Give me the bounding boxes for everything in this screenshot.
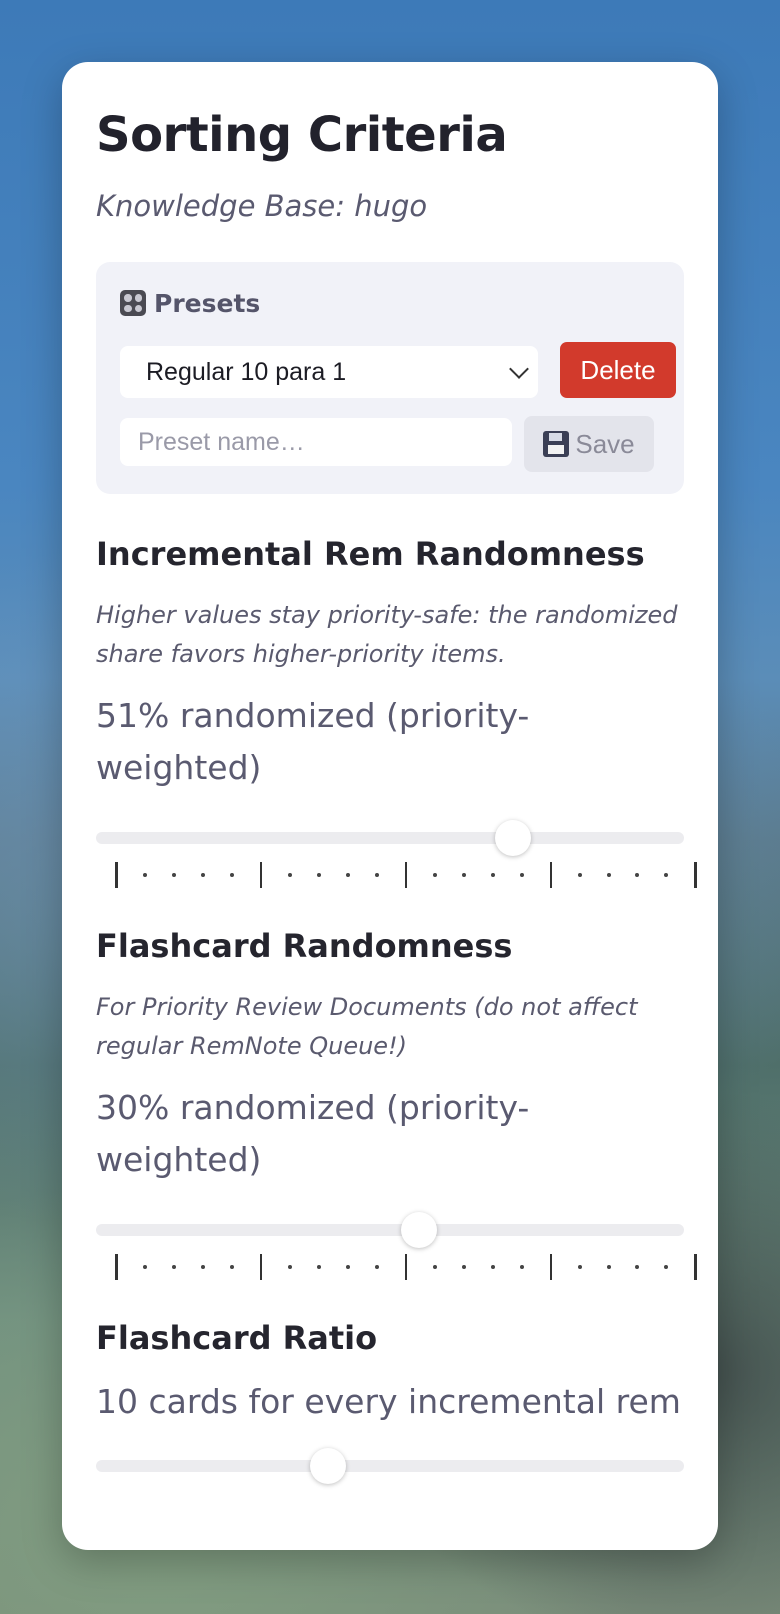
slider-track <box>96 832 684 844</box>
tick-minor <box>606 1265 611 1269</box>
tick-minor <box>577 1265 582 1269</box>
save-preset-button[interactable]: Save <box>524 416 654 472</box>
tick-minor <box>287 873 292 877</box>
presets-header: Presets <box>120 288 660 318</box>
preset-name-row: Preset name… Save <box>120 416 672 472</box>
tick-minor <box>142 1265 147 1269</box>
preset-select-row: Regular 10 para 1 Delete <box>120 342 676 398</box>
tick-minor <box>171 1265 176 1269</box>
tick-minor <box>606 873 611 877</box>
sorting-criteria-panel: Sorting Criteria Knowledge Base: hugo Pr… <box>62 62 718 1550</box>
tick-major <box>549 1254 553 1280</box>
control-knobs-icon <box>120 290 146 316</box>
presets-box: Presets Regular 10 para 1 Delete Preset … <box>96 262 684 494</box>
tick-minor <box>200 873 205 877</box>
tick-major <box>259 862 263 888</box>
flashcard-ratio-slider[interactable] <box>96 1446 684 1486</box>
tick-minor <box>171 873 176 877</box>
tick-minor <box>432 1265 437 1269</box>
tick-minor <box>374 873 379 877</box>
tick-major <box>694 1254 697 1280</box>
flashcard-ratio-value: 10 cards for every incremental rem <box>96 1382 681 1421</box>
floppy-disk-icon <box>543 431 570 457</box>
preset-name-input[interactable]: Preset name… <box>120 418 512 466</box>
tick-minor <box>577 873 582 877</box>
page-title: Sorting Criteria <box>96 107 508 163</box>
tick-major <box>404 1254 408 1280</box>
tick-minor <box>200 1265 205 1269</box>
flashcard-randomness-title: Flashcard Randomness <box>96 927 513 965</box>
slider-thumb[interactable] <box>310 1448 347 1484</box>
tick-minor <box>461 1265 466 1269</box>
tick-minor <box>345 1265 350 1269</box>
preset-select[interactable]: Regular 10 para 1 <box>120 346 538 398</box>
tick-minor <box>374 1265 379 1269</box>
tick-major <box>259 1254 263 1280</box>
tick-minor <box>229 873 234 877</box>
presets-heading: Presets <box>154 288 261 318</box>
incremental-randomness-title: Incremental Rem Randomness <box>96 535 645 573</box>
tick-minor <box>287 1265 292 1269</box>
flashcard-randomness-slider[interactable] <box>96 1210 684 1250</box>
preset-selected-value: Regular 10 para 1 <box>146 358 347 386</box>
flashcard-randomness-ticks <box>96 1254 697 1284</box>
delete-preset-button[interactable]: Delete <box>560 342 676 398</box>
tick-minor <box>490 873 495 877</box>
tick-minor <box>664 873 669 877</box>
tick-minor <box>316 873 321 877</box>
tick-minor <box>635 873 640 877</box>
tick-minor <box>142 873 147 877</box>
tick-minor <box>664 1265 669 1269</box>
slider-track <box>96 1224 684 1236</box>
incremental-randomness-value: 51% randomized (priority-weighted) <box>96 696 530 787</box>
tick-major <box>694 862 697 888</box>
incremental-randomness-slider[interactable] <box>96 818 684 858</box>
flashcard-randomness-description: For Priority Review Documents (do not af… <box>96 993 638 1060</box>
tick-minor <box>229 1265 234 1269</box>
flashcard-randomness-value: 30% randomized (priority-weighted) <box>96 1088 530 1179</box>
knowledge-base-subtitle: Knowledge Base: hugo <box>96 189 428 223</box>
tick-minor <box>519 873 524 877</box>
tick-major <box>115 1254 118 1280</box>
flashcard-ratio-title: Flashcard Ratio <box>96 1319 378 1357</box>
slider-track <box>96 1460 684 1472</box>
tick-minor <box>461 873 466 877</box>
chevron-down-icon <box>509 359 529 379</box>
incremental-randomness-ticks <box>96 862 697 892</box>
slider-thumb[interactable] <box>495 820 532 856</box>
tick-minor <box>432 873 437 877</box>
tick-minor <box>345 873 350 877</box>
slider-thumb[interactable] <box>401 1212 438 1248</box>
tick-minor <box>490 1265 495 1269</box>
tick-minor <box>316 1265 321 1269</box>
tick-major <box>115 862 118 888</box>
incremental-randomness-description: Higher values stay priority-safe: the ra… <box>96 601 678 668</box>
tick-major <box>549 862 553 888</box>
tick-major <box>404 862 408 888</box>
tick-minor <box>635 1265 640 1269</box>
save-label: Save <box>575 428 635 459</box>
tick-minor <box>519 1265 524 1269</box>
